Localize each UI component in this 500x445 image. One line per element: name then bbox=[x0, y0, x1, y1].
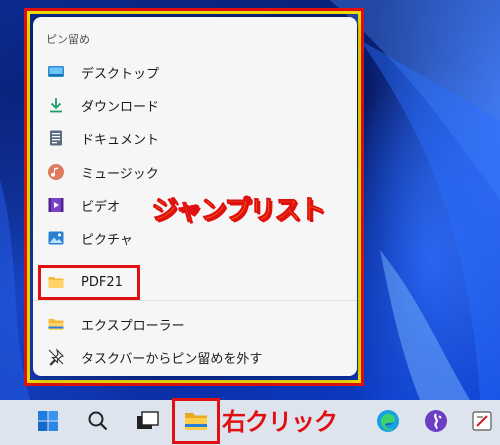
jumplist-divider bbox=[33, 300, 357, 301]
open-file-explorer-item[interactable]: エクスプローラー bbox=[47, 309, 347, 339]
unpin-from-taskbar-item[interactable]: タスクバーからピン留めを外す bbox=[47, 342, 347, 372]
pinned-section-header: ピン留め bbox=[46, 33, 90, 46]
file-explorer-icon bbox=[47, 315, 65, 333]
jumplist-item-desktop[interactable]: デスクトップ bbox=[47, 57, 347, 87]
start-button[interactable] bbox=[30, 405, 66, 441]
edge-icon bbox=[376, 409, 400, 437]
right-click-annotation: 右クリック bbox=[222, 408, 338, 436]
unpin-icon bbox=[47, 348, 65, 366]
edge-button[interactable] bbox=[370, 405, 406, 441]
music-icon bbox=[47, 163, 65, 181]
jumplist-item-downloads[interactable]: ダウンロード bbox=[47, 90, 347, 120]
jumplist-annotation: ジャンプリスト bbox=[152, 196, 327, 227]
jumplist-action-label: タスクバーからピン留めを外す bbox=[81, 351, 263, 367]
jumplist-item-label: ビデオ bbox=[81, 199, 121, 215]
app-button-2[interactable] bbox=[464, 405, 500, 441]
jumplist-item-pictures[interactable]: ピクチャ bbox=[47, 223, 347, 253]
jumplist-item-label: デスクトップ bbox=[81, 66, 160, 82]
pictures-icon bbox=[47, 229, 65, 247]
jumplist-action-label: エクスプローラー bbox=[81, 318, 185, 334]
task-view-button[interactable] bbox=[130, 405, 166, 441]
jumplist-item-label: ピクチャ bbox=[81, 232, 133, 248]
search-icon bbox=[87, 410, 109, 436]
jumplist-item-label: ダウンロード bbox=[81, 99, 160, 115]
app-icon-2 bbox=[471, 410, 493, 436]
video-icon bbox=[47, 196, 65, 214]
app-button[interactable] bbox=[418, 405, 454, 441]
desktop-icon bbox=[47, 63, 65, 81]
jumplist-item-documents[interactable]: ドキュメント bbox=[47, 123, 347, 153]
document-icon bbox=[47, 129, 65, 147]
task-view-icon bbox=[136, 410, 160, 436]
search-button[interactable] bbox=[80, 405, 116, 441]
jumplist-item-label: ミュージック bbox=[81, 166, 159, 182]
pdf21-highlight-box bbox=[38, 265, 140, 300]
jumplist-item-label: ドキュメント bbox=[81, 132, 160, 148]
start-icon bbox=[37, 410, 59, 436]
file-explorer-taskbar-highlight bbox=[172, 398, 220, 444]
app-icon bbox=[424, 409, 448, 437]
jumplist-item-music[interactable]: ミュージック bbox=[47, 157, 347, 187]
download-icon bbox=[47, 96, 65, 114]
